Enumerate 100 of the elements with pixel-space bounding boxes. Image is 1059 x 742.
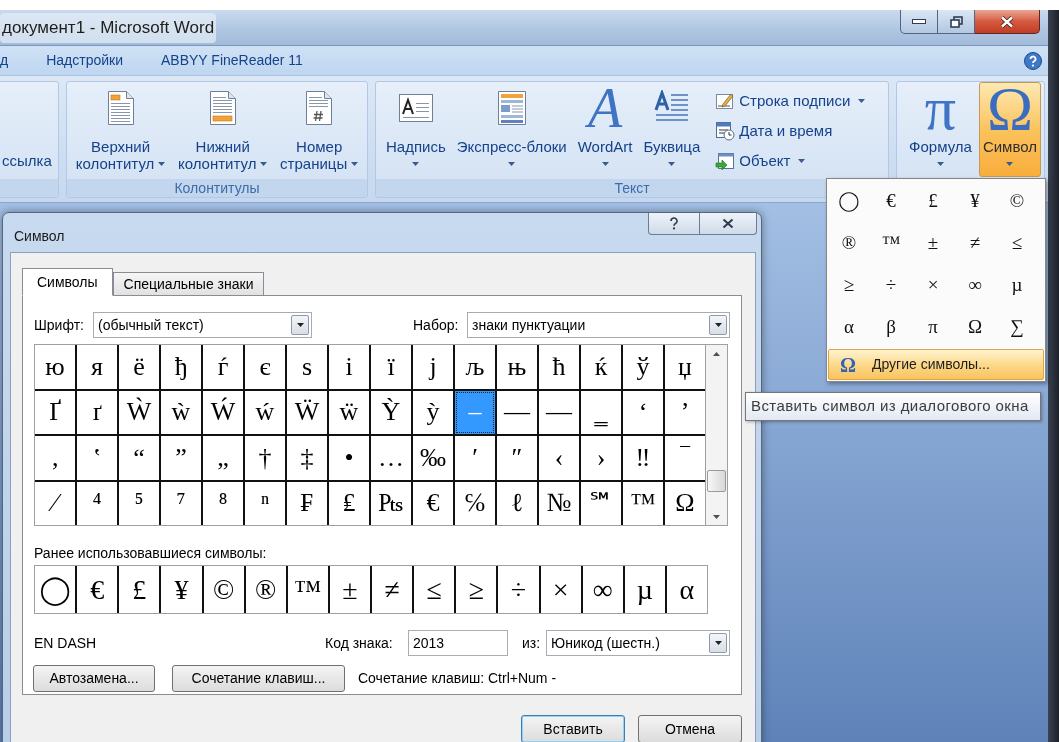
symbol-cell[interactable]: № bbox=[539, 481, 579, 525]
symbol-cell[interactable]: ⁄ bbox=[35, 481, 75, 525]
recent-symbol-cell[interactable]: £ bbox=[119, 566, 160, 613]
symbol-cell[interactable]: Ỳ bbox=[371, 390, 411, 434]
scrollbar-thumb[interactable] bbox=[707, 470, 726, 492]
symbol-cell[interactable]: Ẁ bbox=[119, 390, 159, 434]
symbol-cell[interactable]: ‼ bbox=[623, 436, 663, 480]
symbol-cell[interactable]: ‘ bbox=[623, 390, 663, 434]
recent-symbol-cell[interactable]: ¥ bbox=[161, 566, 202, 613]
symbol-cell[interactable]: ќ bbox=[581, 345, 621, 389]
dialog-button[interactable]: Автозамена... bbox=[33, 665, 155, 692]
symbol-button[interactable]: ® bbox=[828, 222, 870, 264]
symbol-cell[interactable]: ™ bbox=[623, 481, 663, 525]
ribbon-button[interactable]: Буквица bbox=[639, 82, 705, 177]
symbol-cell[interactable]: ⁷ bbox=[161, 481, 201, 525]
symbol-cell[interactable]: ‛ bbox=[77, 436, 117, 480]
recent-symbol-cell[interactable]: ∞ bbox=[582, 566, 623, 613]
ribbon-tab[interactable]: д bbox=[0, 47, 15, 74]
symbol-cell[interactable]: € bbox=[413, 481, 453, 525]
symbol-button[interactable]: Ω bbox=[954, 306, 996, 348]
symbol-cell[interactable]: “ bbox=[119, 436, 159, 480]
symbol-cell[interactable]: ″ bbox=[497, 436, 537, 480]
symbol-cell[interactable]: ẁ bbox=[161, 390, 201, 434]
symbol-cell[interactable]: ‾ bbox=[665, 436, 705, 480]
symbol-cell[interactable]: ′ bbox=[455, 436, 495, 480]
symbol-cell[interactable]: ⁴ bbox=[77, 481, 117, 525]
recent-symbol-cell[interactable]: × bbox=[540, 566, 581, 613]
symbol-cell[interactable]: є bbox=[245, 345, 285, 389]
symbol-cell[interactable]: ⁵ bbox=[119, 481, 159, 525]
font-dropdown[interactable]: (обычный текст) bbox=[93, 312, 312, 338]
dialog-button[interactable]: Сочетание клавиш... bbox=[172, 665, 345, 692]
symbol-cell[interactable]: ї bbox=[371, 345, 411, 389]
symbol-button[interactable]: ™ bbox=[870, 222, 912, 264]
symbol-cell[interactable]: ћ bbox=[539, 345, 579, 389]
recent-symbol-cell[interactable]: α bbox=[666, 566, 707, 613]
symbol-cell[interactable]: ґ bbox=[77, 390, 117, 434]
symbol-cell[interactable]: Ґ bbox=[35, 390, 75, 434]
ribbon-small-button[interactable]: ссылка bbox=[0, 146, 58, 176]
subset-dropdown[interactable]: знаки пунктуации bbox=[467, 312, 730, 338]
ribbon-button[interactable]: π Формула bbox=[905, 82, 976, 177]
symbol-cell[interactable]: ђ bbox=[161, 345, 201, 389]
ribbon-tab[interactable]: Надстройки bbox=[40, 47, 129, 74]
symbol-cell[interactable]: ў bbox=[623, 345, 663, 389]
dialog-button[interactable]: Отмена bbox=[638, 715, 742, 742]
symbol-cell[interactable]: ‰ bbox=[413, 436, 453, 480]
char-code-field[interactable]: 2013 bbox=[408, 630, 508, 656]
symbol-cell[interactable]: • bbox=[329, 436, 369, 480]
help-button[interactable] bbox=[648, 213, 700, 235]
symbol-cell[interactable]: — bbox=[497, 390, 537, 434]
symbol-cell[interactable]: ẃ bbox=[245, 390, 285, 434]
ribbon-button[interactable]: Нижний колонтитул bbox=[173, 82, 272, 177]
dialog-tab[interactable]: Символы bbox=[22, 268, 113, 296]
symbol-cell[interactable]: ѓ bbox=[203, 345, 243, 389]
recent-symbol-cell[interactable]: ÷ bbox=[498, 566, 539, 613]
symbol-cell[interactable]: ₧ bbox=[371, 481, 411, 525]
symbol-cell[interactable]: † bbox=[245, 436, 285, 480]
ribbon-button[interactable]: Экспресс-блоки bbox=[452, 82, 571, 177]
symbol-cell[interactable]: ‹ bbox=[539, 436, 579, 480]
symbol-button[interactable]: ≤ bbox=[996, 222, 1038, 264]
symbol-button[interactable]: α bbox=[828, 306, 870, 348]
more-symbols-item[interactable]: Ω Другие символы... bbox=[828, 349, 1044, 380]
recent-symbol-cell[interactable]: © bbox=[203, 566, 244, 613]
symbol-cell[interactable]: џ bbox=[665, 345, 705, 389]
symbol-button[interactable]: ≠ bbox=[954, 222, 996, 264]
symbol-cell[interactable]: ⁸ bbox=[203, 481, 243, 525]
symbol-button[interactable]: π bbox=[912, 306, 954, 348]
symbol-cell[interactable]: ю bbox=[35, 345, 75, 389]
symbol-cell[interactable]: ” bbox=[161, 436, 201, 480]
symbol-cell[interactable]: я bbox=[77, 345, 117, 389]
symbol-cell[interactable]: ’ bbox=[665, 390, 705, 434]
symbol-cell[interactable]: ℅ bbox=[455, 481, 495, 525]
recent-symbol-cell[interactable]: ± bbox=[329, 566, 370, 613]
restore-button[interactable] bbox=[938, 10, 975, 34]
ribbon-tab[interactable]: ABBYY FineReader 11 bbox=[155, 47, 309, 74]
ribbon-button[interactable]: Надпись bbox=[382, 82, 450, 177]
dialog-button[interactable]: Вставить bbox=[521, 715, 625, 742]
ribbon-button[interactable]: Номер страницы bbox=[276, 82, 363, 177]
symbol-cell[interactable]: ‚ bbox=[35, 436, 75, 480]
ribbon-small-button[interactable]: Строка подписи bbox=[713, 86, 884, 116]
symbol-cell[interactable]: ỳ bbox=[413, 390, 453, 434]
symbol-cell[interactable]: ё bbox=[119, 345, 159, 389]
dialog-tab[interactable]: Специальные знаки bbox=[112, 272, 265, 296]
symbol-button[interactable]: ± bbox=[912, 222, 954, 264]
recent-symbol-cell[interactable]: µ bbox=[624, 566, 665, 613]
symbol-button[interactable]: ≥ bbox=[828, 264, 870, 306]
close-button[interactable] bbox=[975, 10, 1040, 34]
ribbon-button[interactable]: Верхний колонтитул bbox=[71, 82, 170, 177]
symbol-button[interactable]: ∞ bbox=[954, 264, 996, 306]
symbol-cell[interactable]: ‡ bbox=[287, 436, 327, 480]
symbol-cell[interactable]: › bbox=[581, 436, 621, 480]
symbol-cell[interactable]: ₣ bbox=[287, 481, 327, 525]
symbol-cell[interactable]: ј bbox=[413, 345, 453, 389]
symbol-button[interactable]: β bbox=[870, 306, 912, 348]
symbol-cell[interactable]: ‗ bbox=[581, 390, 621, 434]
close-button[interactable] bbox=[700, 213, 757, 235]
recent-symbol-cell[interactable]: ™ bbox=[287, 566, 328, 613]
symbol-button[interactable]: µ bbox=[996, 264, 1038, 306]
symbol-cell[interactable]: ѕ bbox=[287, 345, 327, 389]
symbol-cell[interactable]: Ẃ bbox=[203, 390, 243, 434]
recent-symbol-cell[interactable]: ® bbox=[245, 566, 286, 613]
